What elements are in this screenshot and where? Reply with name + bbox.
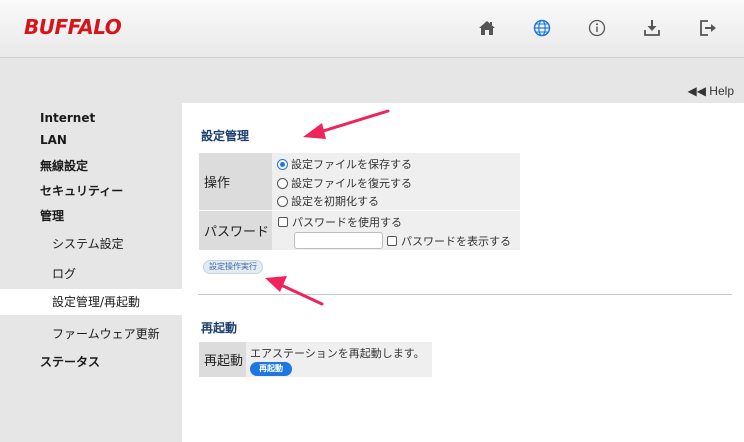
- arrow-to-title-icon: [303, 109, 390, 139]
- arrow-to-execute-icon: [265, 276, 324, 306]
- annotation-arrows: [265, 109, 390, 306]
